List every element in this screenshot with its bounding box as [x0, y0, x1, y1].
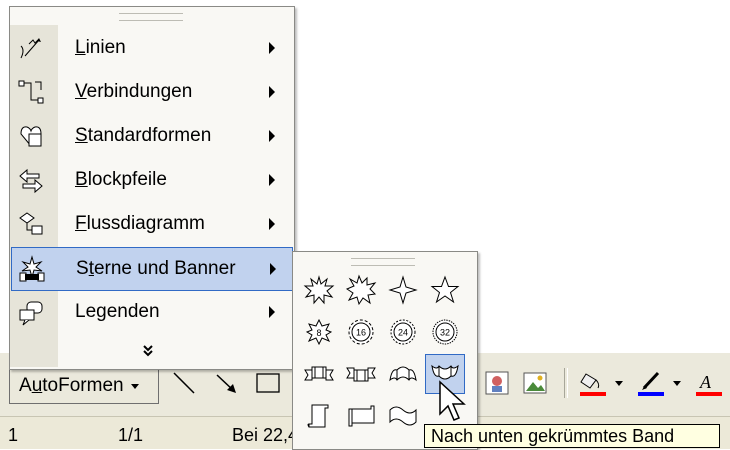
- tooltip: Nach unten gekrümmtes Band: [424, 424, 720, 448]
- expand-menu-chevron-icon[interactable]: [142, 344, 154, 362]
- line-color-button[interactable]: [634, 368, 668, 398]
- submenu-arrow-icon: [269, 174, 275, 186]
- arrow-tool-button[interactable]: [209, 368, 243, 398]
- svg-text:8: 8: [316, 328, 321, 338]
- line-tool-button[interactable]: [167, 368, 201, 398]
- 16-point-star-icon[interactable]: 16: [341, 312, 381, 352]
- fill-color-dropdown[interactable]: [612, 368, 626, 398]
- line-icon: [173, 372, 195, 394]
- status-position: Bei 22,4: [232, 425, 299, 445]
- submenu-arrow-icon: [269, 130, 275, 142]
- callouts-icon: [19, 301, 43, 326]
- submenu-arrow-icon: [269, 306, 275, 318]
- up-ribbon-icon[interactable]: [299, 354, 339, 394]
- submenu-arrow-icon: [269, 86, 275, 98]
- clipart-button[interactable]: [480, 368, 514, 398]
- curved-up-ribbon-icon[interactable]: [383, 354, 423, 394]
- submenu-arrow-icon: [269, 42, 275, 54]
- menu-item-connectors[interactable]: Verbindungen: [11, 71, 293, 113]
- vertical-scroll-icon[interactable]: [299, 396, 339, 436]
- menu-item-label: Standardformen: [75, 125, 212, 146]
- connectors-icon: [18, 80, 44, 104]
- submenu-drag-handle[interactable]: [351, 258, 415, 266]
- explosion-1-icon[interactable]: [299, 270, 339, 310]
- menu-item-callouts[interactable]: Legenden: [11, 291, 293, 333]
- wave-icon[interactable]: [383, 396, 423, 436]
- submenu-arrow-icon: [270, 263, 276, 275]
- font-color-icon: A: [696, 372, 722, 396]
- menu-item-label: Legenden: [75, 301, 160, 322]
- menu-item-label: Sterne und Banner: [76, 258, 236, 279]
- down-ribbon-icon[interactable]: [341, 354, 381, 394]
- autoformen-label: AutoFormen: [19, 375, 124, 396]
- 5-point-star-icon[interactable]: [425, 270, 465, 310]
- mouse-cursor-icon: [439, 380, 466, 421]
- menu-item-label: Blockpfeile: [75, 169, 167, 190]
- 4-point-star-icon[interactable]: [383, 270, 423, 310]
- toolbar-separator: [564, 368, 568, 398]
- status-pages: 1/1: [118, 425, 144, 445]
- status-page: 1: [8, 425, 19, 445]
- svg-text:24: 24: [398, 328, 408, 338]
- svg-text:32: 32: [440, 328, 450, 338]
- block-arrows-icon: [19, 168, 43, 194]
- paint-bucket-icon: [580, 373, 606, 396]
- dropdown-arrow-icon: [130, 383, 139, 389]
- menu-item-stars-banners[interactable]: Sterne und Banner: [11, 247, 293, 291]
- line-color-swatch: [638, 392, 664, 396]
- submenu-arrow-icon: [269, 218, 275, 230]
- svg-text:A: A: [699, 372, 712, 392]
- line-color-dropdown[interactable]: [670, 368, 684, 398]
- autoformen-button[interactable]: AutoFormen: [9, 368, 159, 404]
- rectangle-icon: [256, 373, 280, 393]
- dropdown-arrow-icon: [615, 380, 623, 386]
- font-color-button[interactable]: A: [692, 368, 726, 398]
- horizontal-scroll-icon[interactable]: [341, 396, 381, 436]
- clipart-icon: [485, 371, 509, 395]
- pen-icon: [638, 371, 664, 396]
- menu-item-block-arrows[interactable]: Blockpfeile: [11, 159, 293, 201]
- menu-item-label: Flussdiagramm: [75, 213, 205, 234]
- menu-item-flowchart[interactable]: Flussdiagramm: [11, 203, 293, 245]
- menu-item-lines[interactable]: Linien: [11, 27, 293, 69]
- fill-color-swatch: [580, 392, 606, 396]
- menu-item-basic-shapes[interactable]: Standardformen: [11, 115, 293, 157]
- flowchart-icon: [19, 212, 43, 235]
- 8-point-star-icon[interactable]: 8: [299, 312, 339, 352]
- arrow-icon: [216, 374, 236, 393]
- menu-item-label: Linien: [75, 37, 126, 58]
- insert-picture-button[interactable]: [518, 368, 552, 398]
- picture-icon: [523, 372, 547, 394]
- explosion-2-icon[interactable]: [341, 270, 381, 310]
- fill-color-button[interactable]: [576, 368, 610, 398]
- menu-drag-handle[interactable]: [119, 13, 183, 21]
- stars-banners-icon: [19, 255, 45, 282]
- autoformen-menu: Linien Verbindungen Standardformen Block…: [9, 6, 295, 370]
- 24-point-star-icon[interactable]: 24: [383, 312, 423, 352]
- menu-item-label: Verbindungen: [75, 81, 193, 102]
- basic-shapes-icon: [20, 126, 42, 147]
- svg-text:16: 16: [356, 328, 366, 338]
- dropdown-arrow-icon: [673, 380, 681, 386]
- 32-point-star-icon[interactable]: 32: [425, 312, 465, 352]
- rectangle-tool-button[interactable]: [251, 368, 285, 398]
- lines-icon: [20, 38, 41, 59]
